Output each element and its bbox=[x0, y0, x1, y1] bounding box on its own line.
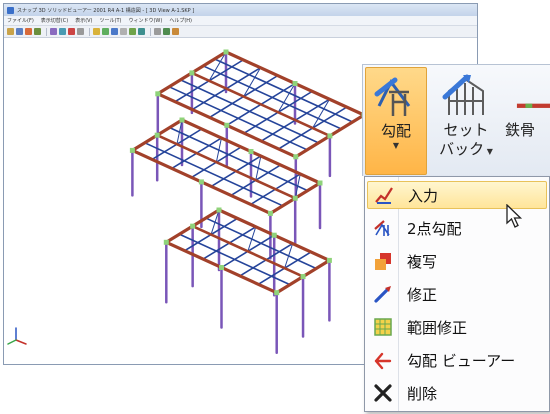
joint-node bbox=[292, 195, 298, 201]
roof-slope-icon bbox=[374, 77, 411, 116]
axis-x bbox=[15, 339, 27, 345]
joint-node bbox=[154, 132, 160, 138]
menu-display-switch[interactable]: 表示切替(C) bbox=[41, 17, 68, 24]
menu-item-two-point-slope-label: 2点勾配 bbox=[407, 219, 462, 238]
joint-node bbox=[293, 154, 299, 160]
menu-item-delete-label: 削除 bbox=[407, 384, 438, 403]
mouse-cursor-icon bbox=[506, 204, 523, 228]
settings-icon[interactable] bbox=[172, 28, 179, 35]
roof-purlin bbox=[168, 126, 309, 192]
toolbar-divider bbox=[46, 27, 47, 36]
view-side-icon[interactable] bbox=[111, 28, 118, 35]
view-front-icon[interactable] bbox=[93, 28, 100, 35]
menu-item-input-label: 入力 bbox=[408, 186, 439, 205]
setback-label-line2: バック ▼ bbox=[439, 140, 493, 159]
roof-purlin bbox=[213, 58, 354, 123]
range-edit-icon bbox=[374, 318, 392, 336]
joint-node bbox=[223, 49, 229, 55]
joint-node bbox=[219, 265, 224, 270]
window-title: スナップ 3D ソリッドビューアー 2001 R4 A-1 構造図 - [ 3D… bbox=[17, 7, 195, 14]
print-icon[interactable] bbox=[25, 28, 32, 35]
slope-viewer-icon bbox=[374, 352, 392, 370]
setback-label-line2-text: バック bbox=[439, 140, 485, 158]
view-wire-icon[interactable] bbox=[138, 28, 145, 35]
joint-node bbox=[179, 117, 185, 123]
setback-icon bbox=[442, 74, 484, 115]
menu-item-copy-label: 複写 bbox=[407, 252, 438, 271]
roof-purlin bbox=[205, 217, 318, 270]
axis-y bbox=[7, 339, 17, 345]
joint-node bbox=[326, 257, 332, 263]
joint-node bbox=[129, 147, 135, 153]
chevron-down-icon: ▼ bbox=[484, 147, 493, 156]
app-icon bbox=[7, 6, 14, 14]
zoom-icon[interactable] bbox=[50, 28, 57, 35]
joint-node bbox=[198, 179, 204, 185]
chevron-down-icon: ▼ bbox=[392, 141, 400, 150]
joint-node bbox=[224, 122, 230, 128]
edit-icon bbox=[374, 286, 391, 303]
pencil-input-icon bbox=[375, 187, 393, 204]
joint-node bbox=[317, 180, 323, 186]
joint-node bbox=[155, 91, 161, 97]
steel-ribbon-button[interactable]: 鉄骨 bbox=[505, 67, 550, 175]
menu-item-range-edit-label: 範囲修正 bbox=[407, 318, 468, 337]
layer-icon[interactable] bbox=[163, 28, 170, 35]
slope-ribbon-label: 勾配 bbox=[380, 122, 411, 140]
pan-icon[interactable] bbox=[59, 28, 66, 35]
joint-node bbox=[189, 70, 195, 76]
menu-file[interactable]: ファイル(F) bbox=[7, 17, 34, 24]
menu-item-edit[interactable]: 修正 bbox=[367, 280, 547, 308]
menu-tools[interactable]: ツール(T) bbox=[100, 17, 122, 24]
delete-icon bbox=[374, 384, 392, 402]
joint-node bbox=[327, 133, 333, 139]
view-iso-icon[interactable] bbox=[120, 28, 127, 35]
menu-help[interactable]: ヘルプ(H) bbox=[169, 17, 192, 24]
view-perspective-icon[interactable] bbox=[129, 28, 136, 35]
ridge-beam bbox=[191, 224, 305, 278]
steel-ribbon-label: 鉄骨 bbox=[505, 121, 536, 139]
refresh-icon[interactable] bbox=[34, 28, 41, 35]
title-bar: スナップ 3D ソリッドビューアー 2001 R4 A-1 構造図 - [ 3D… bbox=[4, 4, 477, 16]
toolbar-divider bbox=[150, 27, 151, 36]
menu-item-edit-label: 修正 bbox=[407, 285, 438, 304]
joint-node bbox=[216, 207, 222, 213]
menu-view[interactable]: 表示(V) bbox=[75, 17, 92, 24]
roof-purlin bbox=[179, 79, 320, 144]
roof-purlin bbox=[144, 142, 284, 207]
menu-item-slope-viewer-label: 勾配 ビューアー bbox=[407, 351, 516, 370]
copy-icon bbox=[375, 253, 391, 270]
joint-node bbox=[248, 149, 254, 154]
setback-label-line1: セット bbox=[443, 121, 489, 139]
measure-icon[interactable] bbox=[154, 28, 161, 35]
ridge-beam bbox=[190, 71, 332, 138]
menu-item-slope-viewer[interactable]: 勾配 ビューアー bbox=[367, 346, 547, 374]
two-point-slope-icon bbox=[374, 220, 390, 236]
toolbar-divider bbox=[89, 27, 90, 36]
joint-node bbox=[300, 274, 306, 280]
fit-icon[interactable] bbox=[77, 28, 84, 35]
save-icon[interactable] bbox=[16, 28, 23, 35]
joint-node bbox=[274, 290, 280, 296]
view-top-icon[interactable] bbox=[102, 28, 109, 35]
toolbar bbox=[4, 26, 477, 38]
menu-item-range-edit[interactable]: 範囲修正 bbox=[367, 313, 547, 341]
menu-window[interactable]: ウィンドウ(W) bbox=[128, 17, 162, 24]
joint-node bbox=[271, 232, 277, 238]
roof-purlin bbox=[202, 65, 343, 130]
joint-node bbox=[190, 223, 196, 229]
joint-node bbox=[292, 81, 298, 86]
setback-ribbon-button[interactable]: セット バック ▼ bbox=[433, 67, 499, 175]
menu-item-copy[interactable]: 複写 bbox=[367, 247, 547, 275]
joint-node bbox=[267, 210, 273, 216]
slope-ribbon-button[interactable]: 勾配 ▼ bbox=[365, 67, 427, 175]
roof-purlin bbox=[168, 86, 308, 151]
open-icon[interactable] bbox=[7, 28, 14, 35]
ribbon-panel: 勾配 ▼ セット バック ▼ 鉄骨 bbox=[362, 64, 550, 176]
steel-icon bbox=[516, 103, 550, 108]
menu-bar: ファイル(F) 表示切替(C) 表示(V) ツール(T) ウィンドウ(W) ヘル… bbox=[4, 16, 477, 26]
rotate-icon[interactable] bbox=[68, 28, 75, 35]
joint-node bbox=[163, 239, 169, 245]
menu-item-delete[interactable]: 削除 bbox=[367, 379, 547, 407]
